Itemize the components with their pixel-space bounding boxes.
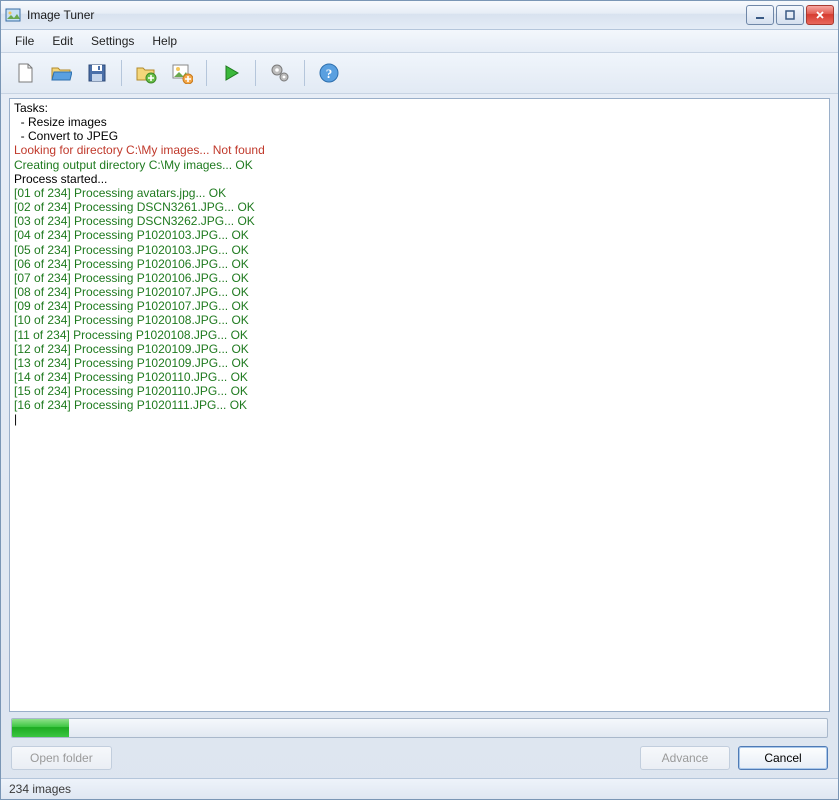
log-entry: [07 of 234] Processing P1020106.JPG... O… <box>14 271 825 285</box>
log-entry: [03 of 234] Processing DSCN3262.JPG... O… <box>14 214 825 228</box>
toolbar-separator <box>121 60 122 86</box>
run-button[interactable] <box>215 57 247 89</box>
log-entry: [02 of 234] Processing DSCN3261.JPG... O… <box>14 200 825 214</box>
toolbar-separator <box>304 60 305 86</box>
menu-help[interactable]: Help <box>144 32 185 50</box>
log-entry: [01 of 234] Processing avatars.jpg... OK <box>14 186 825 200</box>
menu-settings[interactable]: Settings <box>83 32 142 50</box>
menu-file[interactable]: File <box>7 32 42 50</box>
svg-text:?: ? <box>326 66 333 81</box>
log-entry: [14 of 234] Processing P1020110.JPG... O… <box>14 370 825 384</box>
log-entry: [09 of 234] Processing P1020107.JPG... O… <box>14 299 825 313</box>
app-window: Image Tuner File Edit Settings Help ? Ta… <box>0 0 839 800</box>
log-output[interactable]: Tasks: - Resize images - Convert to JPEG… <box>9 98 830 712</box>
progress-bar <box>11 718 828 738</box>
log-entry: [08 of 234] Processing P1020107.JPG... O… <box>14 285 825 299</box>
app-icon <box>5 7 21 23</box>
log-task-line: - Resize images <box>14 115 825 129</box>
log-entry: [04 of 234] Processing P1020103.JPG... O… <box>14 228 825 242</box>
help-button[interactable]: ? <box>313 57 345 89</box>
menu-edit[interactable]: Edit <box>44 32 81 50</box>
open-folder-button[interactable] <box>45 57 77 89</box>
cancel-button[interactable]: Cancel <box>738 746 828 770</box>
log-entry: [05 of 234] Processing P1020103.JPG... O… <box>14 243 825 257</box>
advance-button[interactable]: Advance <box>640 746 730 770</box>
log-task-line: - Convert to JPEG <box>14 129 825 143</box>
maximize-button[interactable] <box>776 5 804 25</box>
save-button[interactable] <box>81 57 113 89</box>
statusbar: 234 images <box>1 778 838 799</box>
log-entry: [15 of 234] Processing P1020110.JPG... O… <box>14 384 825 398</box>
log-entry: [10 of 234] Processing P1020108.JPG... O… <box>14 313 825 327</box>
log-tasks-header: Tasks: <box>14 101 825 115</box>
close-button[interactable] <box>806 5 834 25</box>
log-entry: [06 of 234] Processing P1020106.JPG... O… <box>14 257 825 271</box>
log-caret <box>14 412 825 426</box>
titlebar[interactable]: Image Tuner <box>1 1 838 30</box>
log-entry: [11 of 234] Processing P1020108.JPG... O… <box>14 328 825 342</box>
log-ok: Creating output directory C:\My images..… <box>14 158 825 172</box>
log-entry: [16 of 234] Processing P1020111.JPG... O… <box>14 398 825 412</box>
new-file-button[interactable] <box>9 57 41 89</box>
menubar: File Edit Settings Help <box>1 30 838 53</box>
toolbar: ? <box>1 53 838 94</box>
add-image-button[interactable] <box>166 57 198 89</box>
progress-fill <box>12 719 69 737</box>
settings-button[interactable] <box>264 57 296 89</box>
toolbar-separator <box>206 60 207 86</box>
log-error: Looking for directory C:\My images... No… <box>14 143 825 157</box>
window-title: Image Tuner <box>27 8 746 22</box>
log-process-started: Process started... <box>14 172 825 186</box>
window-controls <box>746 5 834 25</box>
add-folder-button[interactable] <box>130 57 162 89</box>
log-entry: [12 of 234] Processing P1020109.JPG... O… <box>14 342 825 356</box>
toolbar-separator <box>255 60 256 86</box>
log-entry: [13 of 234] Processing P1020109.JPG... O… <box>14 356 825 370</box>
open-folder-button-bottom[interactable]: Open folder <box>11 746 112 770</box>
status-text: 234 images <box>9 782 71 796</box>
minimize-button[interactable] <box>746 5 774 25</box>
button-row: Open folder Advance Cancel <box>1 744 838 778</box>
